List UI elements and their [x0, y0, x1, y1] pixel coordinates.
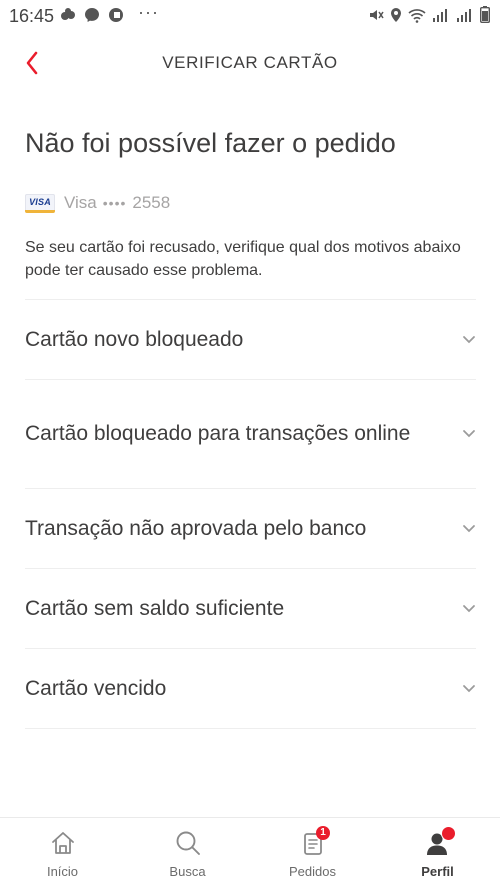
- reason-item[interactable]: Cartão bloqueado para transações online: [25, 380, 476, 488]
- reason-item[interactable]: Transação não aprovada pelo banco: [25, 489, 476, 568]
- description-text: Se seu cartão foi recusado, verifique qu…: [25, 239, 461, 279]
- nav-item-inicio[interactable]: Início: [0, 818, 125, 890]
- chevron-down-icon: [463, 684, 475, 692]
- nav-item-pedidos[interactable]: 1 Pedidos: [250, 818, 375, 890]
- page-header-title: VERIFICAR CARTÃO: [162, 53, 338, 72]
- reason-item[interactable]: Cartão novo bloqueado: [25, 300, 476, 379]
- visa-logo-text: VISA: [29, 196, 51, 207]
- messenger-icon: [85, 8, 99, 22]
- more-notifications-icon: ···: [138, 2, 159, 22]
- chevron-down-icon: [463, 335, 475, 343]
- card-last-digits: 2558: [132, 193, 171, 212]
- card-info: VISA Visa •••• 2558: [25, 193, 170, 213]
- profile-badge-dot: [441, 826, 456, 841]
- orders-badge: 1: [316, 826, 330, 840]
- app-icon: [109, 8, 123, 22]
- app-notification-icon: [61, 8, 75, 20]
- status-bar: 16:45 ···: [0, 0, 500, 34]
- reason-item[interactable]: Cartão vencido: [25, 649, 476, 728]
- mute-icon: [370, 9, 384, 20]
- nav-item-busca[interactable]: Busca: [125, 818, 250, 890]
- notification-icons: [60, 7, 124, 23]
- wifi-icon: [408, 8, 426, 23]
- nav-label: Perfil: [421, 864, 454, 879]
- reason-label: Cartão bloqueado para transações online: [25, 422, 411, 445]
- system-icons: [368, 6, 490, 23]
- nav-label: Início: [46, 864, 79, 879]
- card-brand: Visa: [64, 193, 97, 212]
- bottom-navigation: Início Busca 1 Pedidos Perfil: [0, 817, 500, 890]
- reason-label: Transação não aprovada pelo banco: [25, 516, 367, 540]
- signal-icon-2: [457, 8, 471, 22]
- home-icon: [51, 832, 74, 854]
- chevron-down-icon: [463, 524, 475, 532]
- reason-label: Cartão sem saldo suficiente: [25, 596, 285, 620]
- card-mask: ••••: [102, 195, 127, 211]
- page-title: Não foi possível fazer o pedido: [25, 128, 396, 158]
- chevron-down-icon: [463, 604, 475, 612]
- battery-icon: [480, 6, 490, 23]
- divider: [25, 728, 476, 729]
- location-icon: [391, 7, 401, 22]
- status-time: 16:45: [9, 6, 55, 26]
- nav-label: Pedidos: [289, 864, 336, 879]
- reason-item[interactable]: Cartão sem saldo suficiente: [25, 569, 476, 648]
- chevron-down-icon: [463, 430, 475, 438]
- nav-label: Busca: [169, 864, 206, 879]
- visa-logo-stripe: [25, 209, 55, 213]
- search-icon: [176, 831, 200, 855]
- reason-label: Cartão vencido: [25, 676, 167, 700]
- reason-label: Cartão novo bloqueado: [25, 327, 244, 351]
- app-header: VERIFICAR CARTÃO: [0, 34, 500, 92]
- visa-logo-icon: VISA: [25, 193, 55, 213]
- nav-item-perfil[interactable]: Perfil: [375, 818, 500, 890]
- reasons-list: Cartão novo bloqueado Cartão bloqueado p…: [25, 299, 476, 729]
- signal-icon: [433, 8, 447, 22]
